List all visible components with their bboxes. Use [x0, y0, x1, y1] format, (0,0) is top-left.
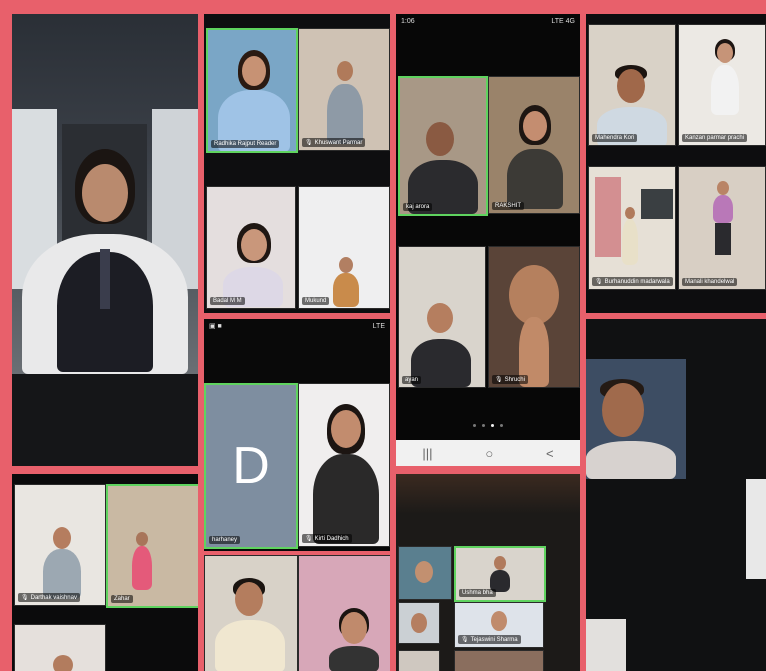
- participant-name: Radhika Rajput Reader: [211, 140, 280, 148]
- participant-name: Zahar: [111, 595, 133, 603]
- participant-name: 🎙 Darthak vaishnav: [18, 593, 80, 602]
- participant-name: 🎙 Kirti Dadhich: [302, 534, 352, 543]
- video-tile[interactable]: Mahendra Kori: [588, 24, 676, 146]
- video-tile[interactable]: Manali khandelwal: [678, 166, 766, 290]
- mic-icon: 🎙: [495, 377, 503, 383]
- video-tile[interactable]: Kanzan parmar prachi: [678, 24, 766, 146]
- participant-name: Kanzan parmar prachi: [682, 134, 748, 142]
- video-tile[interactable]: 🎙 Khuswant Parmar: [298, 28, 390, 151]
- gallery-icon: ▣ ■: [209, 323, 222, 330]
- participant-name: 🎙 Burhanuddin madarwala: [592, 277, 673, 286]
- status-bar: ▣ ■ LTE: [209, 322, 385, 331]
- video-tile[interactable]: [398, 650, 440, 671]
- video-tile[interactable]: Radhika Rajput Reader: [206, 28, 298, 153]
- video-tile[interactable]: 🎙 Shruchi: [488, 246, 580, 388]
- video-tile[interactable]: 🎙 Kirti Dadhich: [298, 383, 390, 547]
- participant-name: harhaney: [209, 536, 241, 544]
- video-panel-d: Mahendra Kori Kanzan parmar prachi 🎙 Burh…: [586, 14, 766, 313]
- android-nav-bar: ||| ○ <: [396, 440, 580, 466]
- participant-name: 🎙 Shruchi: [492, 375, 528, 384]
- video-tile[interactable]: Badal M M: [206, 186, 296, 309]
- video-tile[interactable]: ayan: [398, 246, 486, 388]
- video-tile[interactable]: Ushma bha: [454, 546, 546, 602]
- video-panel-b: Radhika Rajput Reader 🎙 Khuswant Parmar B…: [204, 14, 390, 313]
- participant-name: ayan: [402, 376, 422, 384]
- video-feed: [12, 14, 198, 374]
- participant-name: kaj arora: [403, 203, 433, 211]
- video-panel-c: 1:06 LTE 4G kaj arora RAKSHIT ayan 🎙 Shruc…: [396, 14, 580, 466]
- video-panel-e: ▣ ■ LTE D harhaney 🎙 Kirti Dadhich: [204, 319, 390, 551]
- video-tile[interactable]: [14, 624, 106, 671]
- video-tile[interactable]: [454, 650, 544, 671]
- video-tile[interactable]: 🎙 Burhanuddin madarwala: [588, 166, 676, 290]
- recents-button[interactable]: |||: [422, 446, 432, 461]
- page-indicator[interactable]: [396, 424, 580, 427]
- participant-name: Manali khandelwal: [682, 278, 738, 286]
- home-button[interactable]: ○: [485, 446, 493, 461]
- participant-name: Ushma bha: [459, 589, 496, 597]
- video-panel-h: [586, 319, 766, 671]
- video-tile[interactable]: RAKSHIT: [488, 76, 580, 214]
- participant-name: 🎙 Tejaswini Sharma: [458, 635, 521, 644]
- video-panel-g: Ushma bha 🎙 Tejaswini Sharma: [396, 474, 580, 671]
- video-tile[interactable]: [298, 555, 390, 671]
- status-bar: 1:06 LTE 4G: [401, 17, 575, 25]
- video-tile[interactable]: D harhaney: [204, 383, 298, 549]
- participant-name: RAKSHIT: [492, 202, 525, 210]
- participant-name: 🎙 Khuswant Parmar: [302, 138, 366, 147]
- video-tile[interactable]: Zahar: [106, 484, 198, 608]
- video-panel-i: [204, 555, 390, 671]
- video-tile[interactable]: [398, 546, 452, 600]
- video-feed: [586, 359, 686, 479]
- video-tile[interactable]: [204, 555, 298, 671]
- video-panel-f: 🎙 Darthak vaishnav Zahar: [12, 474, 198, 671]
- mic-icon: 🎙: [21, 595, 29, 601]
- video-tile[interactable]: kaj arora: [398, 76, 488, 216]
- mic-icon: 🎙: [595, 279, 603, 285]
- video-tile[interactable]: 🎙 Darthak vaishnav: [14, 484, 106, 606]
- mic-icon: 🎙: [461, 637, 469, 643]
- avatar-initial: D: [206, 385, 296, 547]
- video-tile[interactable]: 🎙 Tejaswini Sharma: [454, 602, 544, 648]
- video-panel-a: [12, 14, 198, 466]
- participant-name: Mukund: [302, 297, 330, 305]
- video-tile[interactable]: [398, 602, 440, 644]
- mic-icon: 🎙: [305, 140, 313, 146]
- participant-name: Mahendra Kori: [592, 134, 638, 142]
- participant-name: Badal M M: [210, 297, 245, 305]
- back-button[interactable]: <: [546, 446, 554, 461]
- video-tile[interactable]: Mukund: [298, 186, 390, 309]
- mic-icon: 🎙: [305, 536, 313, 542]
